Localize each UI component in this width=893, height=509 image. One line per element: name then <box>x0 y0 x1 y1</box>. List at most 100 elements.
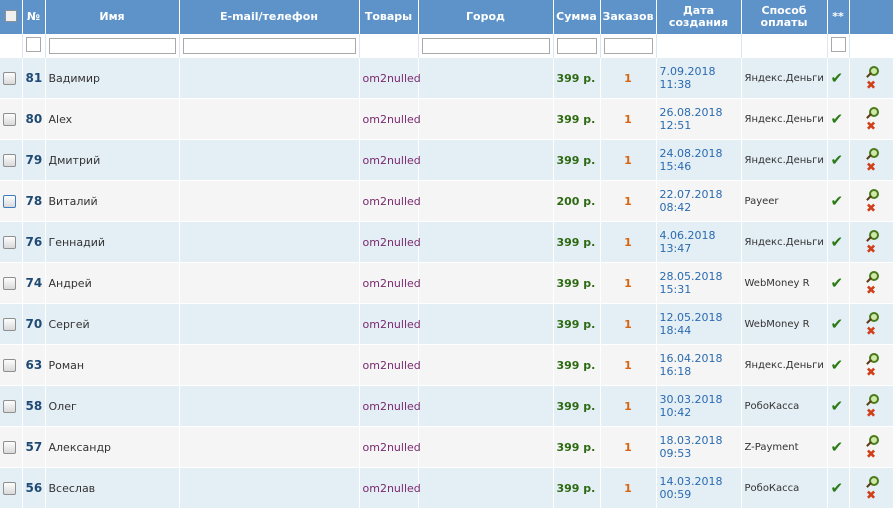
delete-icon[interactable]: ✖ <box>866 448 876 460</box>
order-number[interactable]: 63 <box>22 344 46 386</box>
sum-filter-input[interactable] <box>556 38 597 54</box>
order-number[interactable]: 79 <box>22 139 46 181</box>
checkmark-icon[interactable]: ✔ <box>831 192 844 210</box>
goods-link[interactable]: om2nulled <box>359 385 421 427</box>
row-checkbox[interactable] <box>3 440 16 454</box>
header-city[interactable]: Город <box>418 0 554 34</box>
checkmark-icon[interactable]: ✔ <box>831 151 844 169</box>
row-checkbox[interactable] <box>3 276 16 290</box>
table-row[interactable]: 63 Роман om2nulled 399 р. 1 16.04.2018 16… <box>0 344 893 386</box>
delete-icon[interactable]: ✖ <box>866 407 876 419</box>
table-row[interactable]: 70 Сергей om2nulled 399 р. 1 12.05.2018 1… <box>0 303 893 345</box>
order-number[interactable]: 74 <box>22 262 46 304</box>
magnifier-icon[interactable] <box>864 475 879 489</box>
delete-icon[interactable]: ✖ <box>866 243 876 255</box>
row-checkbox[interactable] <box>3 153 16 167</box>
header-sum[interactable]: Сумма <box>553 0 601 34</box>
goods-link[interactable]: om2nulled <box>359 180 421 222</box>
delete-icon[interactable]: ✖ <box>866 489 876 501</box>
row-checkbox[interactable] <box>3 112 16 126</box>
order-number[interactable]: 70 <box>22 303 46 345</box>
table-row[interactable]: 57 Александр om2nulled 399 р. 1 18.03.20… <box>0 426 893 468</box>
checkmark-icon[interactable]: ✔ <box>831 479 844 497</box>
delete-icon[interactable]: ✖ <box>866 120 876 132</box>
delete-icon[interactable]: ✖ <box>866 325 876 337</box>
contact-filter-input[interactable] <box>182 38 356 54</box>
delete-icon[interactable]: ✖ <box>866 284 876 296</box>
table-row[interactable]: 58 Олег om2nulled 399 р. 1 30.03.2018 10:… <box>0 385 893 427</box>
magnifier-icon[interactable] <box>864 434 879 448</box>
magnifier-icon[interactable] <box>864 311 879 325</box>
goods-link[interactable]: om2nulled <box>359 303 421 345</box>
magnifier-icon[interactable] <box>864 106 879 120</box>
header-payment[interactable]: Способ оплаты <box>741 0 828 34</box>
row-checkbox[interactable] <box>3 71 16 85</box>
order-number[interactable]: 56 <box>22 467 46 509</box>
checkmark-icon[interactable]: ✔ <box>831 274 844 292</box>
checkmark-icon[interactable]: ✔ <box>831 438 844 456</box>
header-num[interactable]: № <box>22 0 46 34</box>
goods-link[interactable]: om2nulled <box>359 221 421 263</box>
goods-link[interactable]: om2nulled <box>359 58 421 99</box>
table-row[interactable]: 81 Вадимир om2nulled 399 р. 1 7.09.2018 1… <box>0 58 893 99</box>
checkmark-icon[interactable]: ✔ <box>831 315 844 333</box>
table-row[interactable]: 80 Alex om2nulled 399 р. 1 26.08.2018 12:… <box>0 98 893 140</box>
row-checkbox[interactable] <box>3 481 16 495</box>
table-row[interactable]: 79 Дмитрий om2nulled 399 р. 1 24.08.2018… <box>0 139 893 181</box>
header-orders[interactable]: Заказов <box>600 0 657 34</box>
magnifier-icon[interactable] <box>864 229 879 243</box>
goods-link[interactable]: om2nulled <box>359 98 421 140</box>
header-date[interactable]: Дата создания <box>656 0 742 34</box>
delete-icon[interactable]: ✖ <box>866 161 876 173</box>
row-checkbox[interactable] <box>3 235 16 249</box>
order-number[interactable]: 78 <box>22 180 46 222</box>
magnifier-icon[interactable] <box>864 188 879 202</box>
name-filter-input[interactable] <box>48 38 176 54</box>
magnifier-icon[interactable] <box>864 352 879 366</box>
checkmark-icon[interactable]: ✔ <box>831 69 844 87</box>
goods-link[interactable]: om2nulled <box>359 426 421 468</box>
order-number[interactable]: 80 <box>22 98 46 140</box>
city-filter-input[interactable] <box>421 38 550 54</box>
goods-link[interactable]: om2nulled <box>359 262 421 304</box>
delete-icon[interactable]: ✖ <box>866 366 876 378</box>
header-extra[interactable]: ** <box>827 0 850 34</box>
order-date-day: 12.05.2018 <box>659 311 723 324</box>
payment-method: Яндекс.Деньги <box>741 221 828 263</box>
magnifier-icon[interactable] <box>864 393 879 407</box>
goods-link[interactable]: om2nulled <box>359 139 421 181</box>
table-row[interactable]: 78 Виталий om2nulled 200 р. 1 22.07.2018… <box>0 180 893 222</box>
row-checkbox[interactable] <box>3 358 16 372</box>
row-checkbox[interactable] <box>3 317 16 331</box>
row-checkbox[interactable] <box>3 399 16 413</box>
order-date: 14.03.2018 00:59 <box>656 467 742 509</box>
row-checkbox[interactable] <box>3 194 16 208</box>
magnifier-icon[interactable] <box>864 147 879 161</box>
checkmark-icon[interactable]: ✔ <box>831 233 844 251</box>
header-goods[interactable]: Товары <box>359 0 419 34</box>
order-number[interactable]: 81 <box>22 58 46 99</box>
checkmark-icon[interactable]: ✔ <box>831 356 844 374</box>
orders-filter-input[interactable] <box>603 38 653 54</box>
select-all-checkbox[interactable] <box>4 9 17 22</box>
header-contact[interactable]: E-mail/телефон <box>179 0 360 34</box>
goods-link[interactable]: om2nulled <box>359 344 421 386</box>
table-row[interactable]: 74 Андрей om2nulled 399 р. 1 28.05.2018 1… <box>0 262 893 304</box>
checkmark-icon[interactable]: ✔ <box>831 110 844 128</box>
table-row[interactable]: 76 Геннадий om2nulled 399 р. 1 4.06.2018… <box>0 221 893 263</box>
num-filter-checkbox[interactable] <box>25 37 41 52</box>
delete-icon[interactable]: ✖ <box>866 79 876 91</box>
delete-icon[interactable]: ✖ <box>866 202 876 214</box>
table-row[interactable]: 56 Всеслав om2nulled 399 р. 1 14.03.2018… <box>0 467 893 509</box>
header-name[interactable]: Имя <box>45 0 180 34</box>
select-all-header <box>0 0 23 34</box>
goods-link[interactable]: om2nulled <box>359 467 421 509</box>
order-number[interactable]: 76 <box>22 221 46 263</box>
order-date-day: 22.07.2018 <box>659 188 723 201</box>
magnifier-icon[interactable] <box>864 65 879 79</box>
magnifier-icon[interactable] <box>864 270 879 284</box>
extra-filter-checkbox[interactable] <box>830 37 846 52</box>
checkmark-icon[interactable]: ✔ <box>831 397 844 415</box>
order-number[interactable]: 57 <box>22 426 46 468</box>
order-number[interactable]: 58 <box>22 385 46 427</box>
